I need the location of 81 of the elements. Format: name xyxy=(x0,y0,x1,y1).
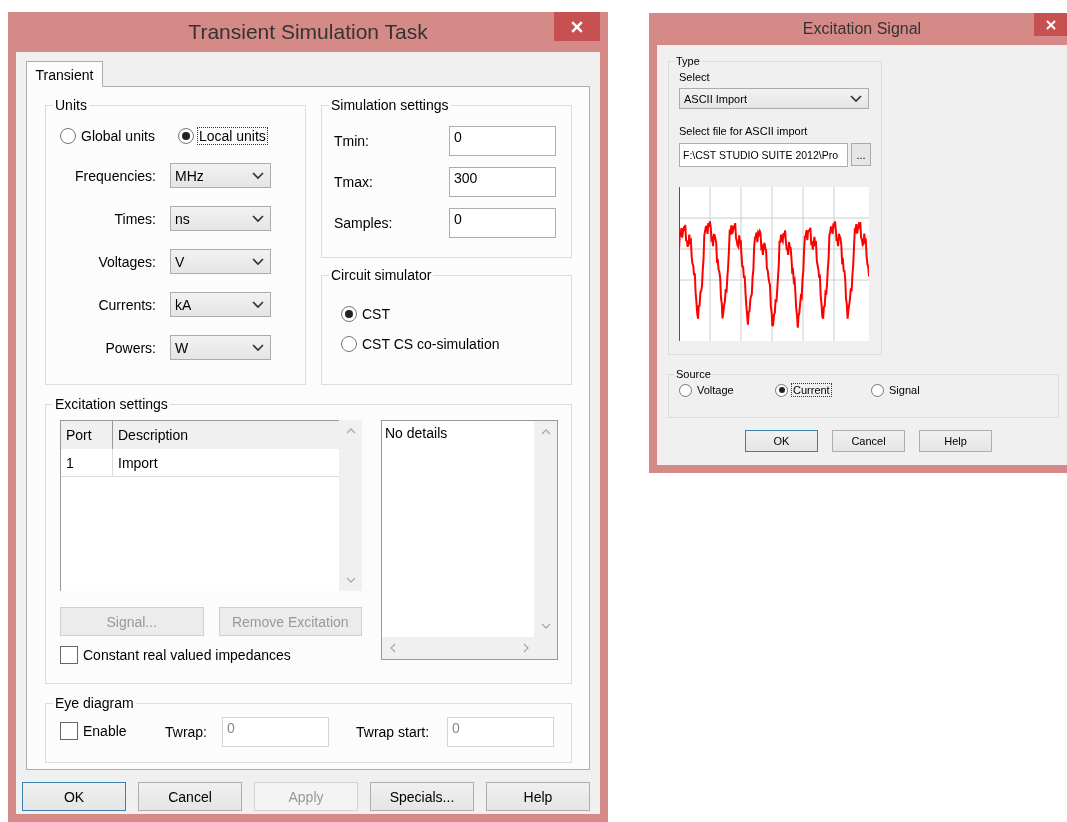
field-label: Currents: xyxy=(97,296,156,313)
field-label: Tmin: xyxy=(334,133,370,149)
table-cell-text: 1 xyxy=(65,453,75,473)
input-field[interactable]: 0 xyxy=(449,208,556,238)
chevron-down-icon xyxy=(252,343,264,352)
radio-button[interactable]: Signal xyxy=(871,383,967,397)
close-button[interactable] xyxy=(554,12,600,41)
radio-indicator[interactable] xyxy=(341,306,357,322)
close-icon xyxy=(571,20,583,33)
chevron-down-icon xyxy=(252,300,264,309)
radio-indicator[interactable] xyxy=(341,336,357,352)
checkbox-square[interactable] xyxy=(60,721,78,740)
dialog-button[interactable]: Specials... xyxy=(370,782,474,811)
field-label: Select file for ASCII import xyxy=(679,125,809,137)
group-title: Type xyxy=(675,55,701,67)
dialog-button[interactable]: Cancel xyxy=(832,430,905,452)
window-title: Excitation Signal xyxy=(802,20,922,38)
radio-indicator[interactable] xyxy=(871,383,884,397)
field-label: Tmax: xyxy=(334,174,374,190)
chevron-down-icon xyxy=(252,257,264,266)
field-label: Twrap: xyxy=(165,724,208,740)
field-label: Times: xyxy=(113,210,156,227)
browse-button[interactable]: ... xyxy=(851,143,871,166)
table-cell: Import xyxy=(112,449,338,476)
tab[interactable]: Transient xyxy=(26,61,103,87)
column-header[interactable]: Description xyxy=(113,421,339,449)
column-header[interactable]: Port xyxy=(61,421,112,449)
radio-indicator[interactable] xyxy=(775,383,788,397)
window-title: Transient Simulation Task xyxy=(188,20,428,44)
details-text: No details xyxy=(384,424,449,443)
input-field[interactable]: 0 xyxy=(449,126,556,156)
scrollbar[interactable] xyxy=(382,637,557,659)
radio-button[interactable]: CST CS co-simulation xyxy=(341,335,571,353)
checkbox[interactable]: Enable xyxy=(60,721,129,740)
input-field[interactable]: 300 xyxy=(449,167,556,197)
field-label: Samples: xyxy=(334,215,394,231)
chevron-right-icon xyxy=(523,643,529,653)
group-title: Eye diagram xyxy=(54,695,135,711)
field-label: Voltages: xyxy=(97,253,156,270)
field-label: Powers: xyxy=(104,339,156,356)
chevron-down-icon xyxy=(345,577,356,583)
field-label: Frequencies: xyxy=(74,167,156,184)
chevron-down-icon xyxy=(252,214,264,223)
close-icon xyxy=(1045,19,1056,30)
close-button[interactable] xyxy=(1034,13,1067,36)
field-label: Twrap start: xyxy=(356,724,431,740)
dropdown[interactable]: MHz xyxy=(170,163,271,188)
field-label: Select xyxy=(679,71,711,83)
chevron-down-icon xyxy=(252,171,264,180)
dialog-button[interactable]: Help xyxy=(486,782,590,811)
radio-button[interactable]: Current xyxy=(775,383,871,397)
input-field[interactable]: F:\CST STUDIO SUITE 2012\Pro xyxy=(679,143,848,167)
dropdown[interactable]: W xyxy=(170,335,271,360)
group-title: Units xyxy=(54,97,88,113)
chevron-down-icon xyxy=(850,94,862,103)
radio-button[interactable]: CST xyxy=(341,305,571,323)
chevron-up-icon xyxy=(540,429,551,435)
radio-indicator[interactable] xyxy=(177,128,194,144)
radio-indicator[interactable] xyxy=(679,383,692,397)
dialog-button[interactable]: OK xyxy=(745,430,818,452)
dropdown[interactable]: V xyxy=(170,249,271,274)
checkbox-square[interactable] xyxy=(60,646,78,664)
radio-button[interactable]: Voltage xyxy=(679,383,775,397)
checkbox[interactable]: Constant real valued impedances xyxy=(60,646,293,664)
dialog-button[interactable]: Help xyxy=(919,430,992,452)
dialog-button[interactable]: Cancel xyxy=(138,782,242,811)
group-title: Excitation settings xyxy=(54,396,169,412)
group-title: Simulation settings xyxy=(330,97,450,113)
scrollbar[interactable] xyxy=(339,420,362,591)
dialog-button[interactable]: OK xyxy=(22,782,126,811)
group-title: Circuit simulator xyxy=(330,267,433,283)
dropdown[interactable]: kA xyxy=(170,292,271,317)
chevron-left-icon xyxy=(390,643,396,653)
radio-indicator[interactable] xyxy=(60,128,76,144)
radio-button[interactable]: Global units xyxy=(60,127,157,145)
dropdown[interactable]: ns xyxy=(170,206,271,231)
chevron-down-icon xyxy=(540,623,551,629)
group-title: Source xyxy=(675,368,712,380)
chevron-up-icon xyxy=(345,428,356,434)
dropdown[interactable]: ASCII Import xyxy=(679,88,869,109)
scrollbar[interactable] xyxy=(534,421,557,637)
